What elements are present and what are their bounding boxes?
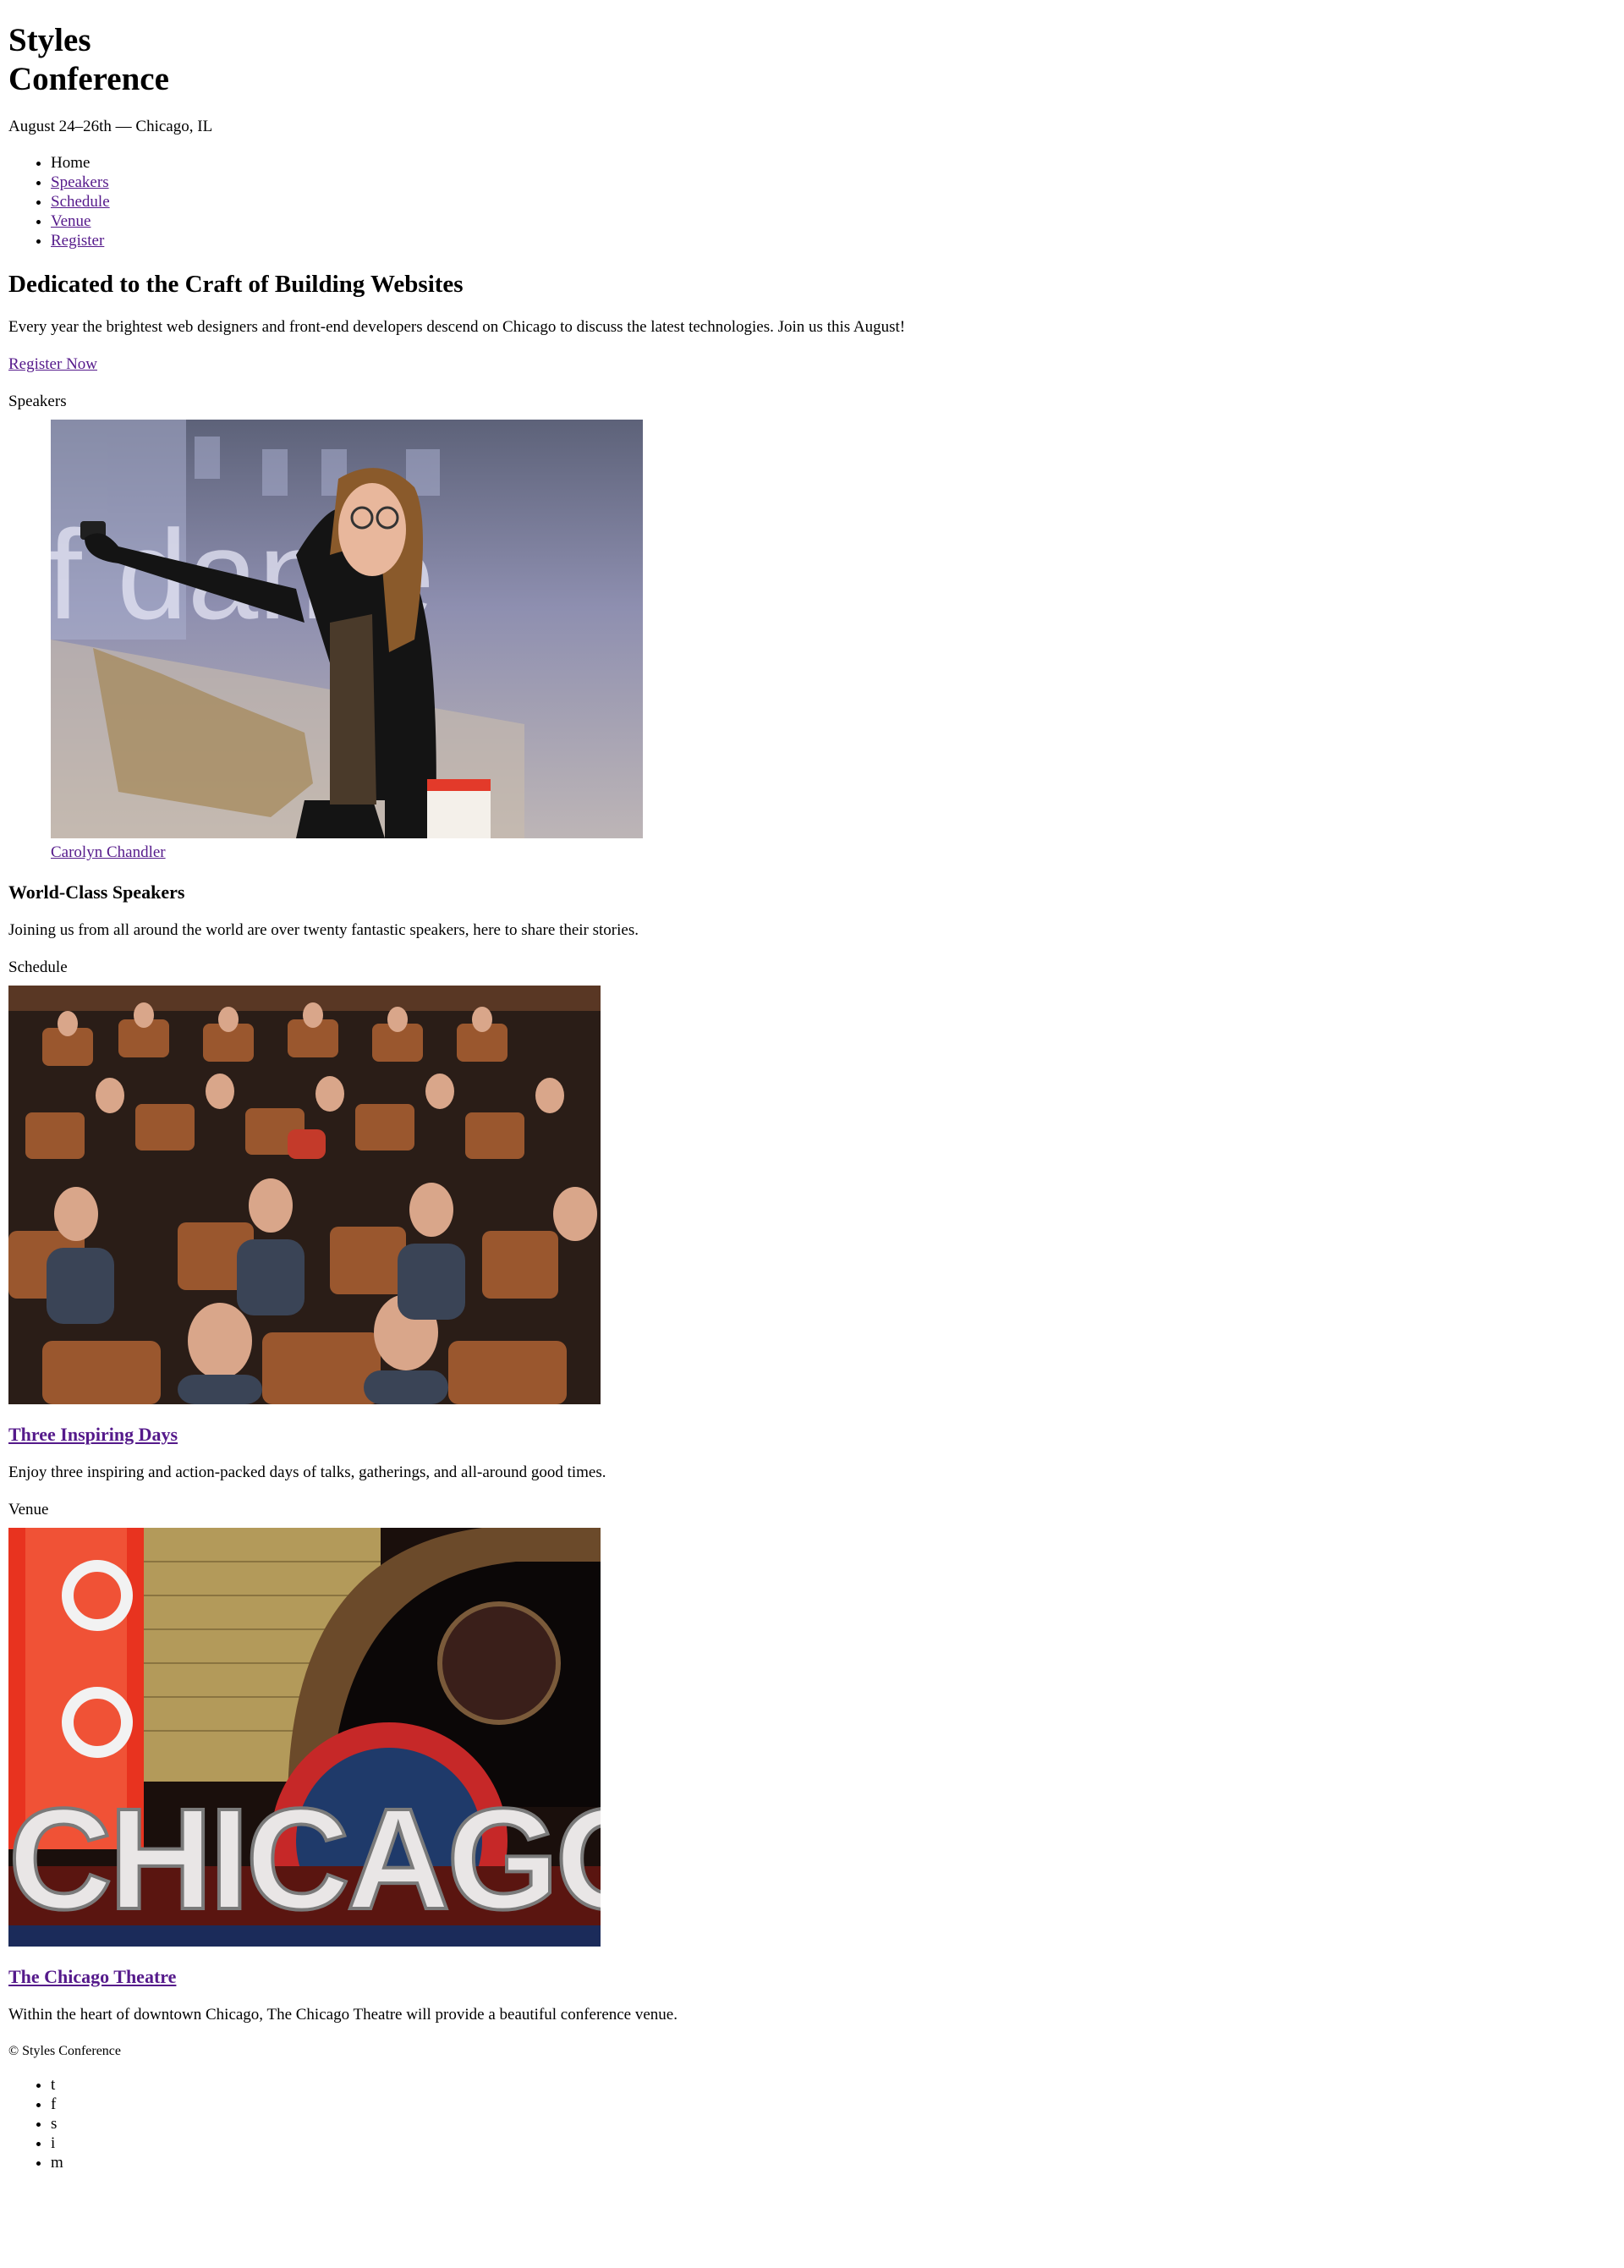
register-now-link[interactable]: Register Now [8, 354, 97, 374]
site-footer: © Styles Conference t f s i m [8, 2041, 1616, 2172]
speakers-text: Joining us from all around the world are… [8, 921, 639, 939]
nav-link-register[interactable]: Register [51, 232, 104, 250]
hero-text: Every year the brightest web designers a… [8, 318, 906, 336]
speaker-caption: Carolyn Chandler [51, 843, 1616, 862]
schedule-title: Three Inspiring Days [8, 1423, 1616, 1446]
event-tagline: August 24–26th — Chicago, IL [8, 118, 213, 135]
social-links: t f s i m [8, 2075, 1616, 2172]
speaker-photo: f dan e [51, 420, 643, 838]
venue-title-link[interactable]: The Chicago Theatre [8, 1966, 176, 1987]
speakers-label: Speakers [8, 393, 67, 410]
page: Styles Conference August 24–26th — Chica… [0, 21, 1624, 2172]
schedule-section: Schedule Three Inspiring Days Enjoy thre… [8, 958, 1616, 1482]
speaker-name-link[interactable]: Carolyn Chandler [51, 843, 166, 861]
hero-section: Dedicated to the Craft of Building Websi… [8, 270, 1616, 374]
hero-title: Dedicated to the Craft of Building Websi… [8, 271, 464, 298]
speaker-figure: f dan e Carolyn Chandler [51, 420, 1616, 862]
social-item-skype[interactable]: s [51, 2114, 1616, 2133]
nav-link-venue[interactable]: Venue [51, 212, 91, 230]
theatre-sign-photo: CHICAGO [8, 1528, 601, 1947]
site-logo[interactable]: Styles Conference [8, 21, 1616, 99]
venue-section: Venue CHICAGO The Chicago Theatre Within… [8, 1500, 1616, 2024]
nav-item-venue: Venue [51, 211, 1616, 231]
schedule-title-link[interactable]: Three Inspiring Days [8, 1424, 178, 1445]
social-item-instagram[interactable]: i [51, 2133, 1616, 2153]
speakers-section: Speakers f dan e Carolyn Chandler World-… [8, 392, 1616, 940]
venue-label: Venue [8, 1501, 49, 1518]
primary-nav: Home Speakers Schedule Venue Register [8, 153, 1616, 250]
speakers-title: World-Class Speakers [8, 881, 185, 903]
nav-item-schedule: Schedule [51, 192, 1616, 211]
sign-text: CHICAGO [8, 1779, 601, 1940]
audience-photo [8, 986, 601, 1404]
site-header: Styles Conference August 24–26th — Chica… [8, 21, 1616, 250]
schedule-text: Enjoy three inspiring and action-packed … [8, 1463, 606, 1481]
copyright: © Styles Conference [8, 2044, 122, 2058]
schedule-label: Schedule [8, 958, 68, 976]
venue-title: The Chicago Theatre [8, 1965, 1616, 1988]
nav-item-speakers: Speakers [51, 173, 1616, 192]
social-item-facebook[interactable]: f [51, 2095, 1616, 2114]
nav-item-home: Home [51, 153, 1616, 173]
nav-link-speakers[interactable]: Speakers [51, 173, 109, 191]
social-item-mail[interactable]: m [51, 2153, 1616, 2172]
logo-line-1: Styles [8, 22, 91, 58]
nav-item-register: Register [51, 231, 1616, 250]
venue-text: Within the heart of downtown Chicago, Th… [8, 2006, 678, 2024]
social-item-twitter[interactable]: t [51, 2075, 1616, 2095]
nav-link-schedule[interactable]: Schedule [51, 193, 110, 211]
logo-line-2: Conference [8, 61, 169, 97]
